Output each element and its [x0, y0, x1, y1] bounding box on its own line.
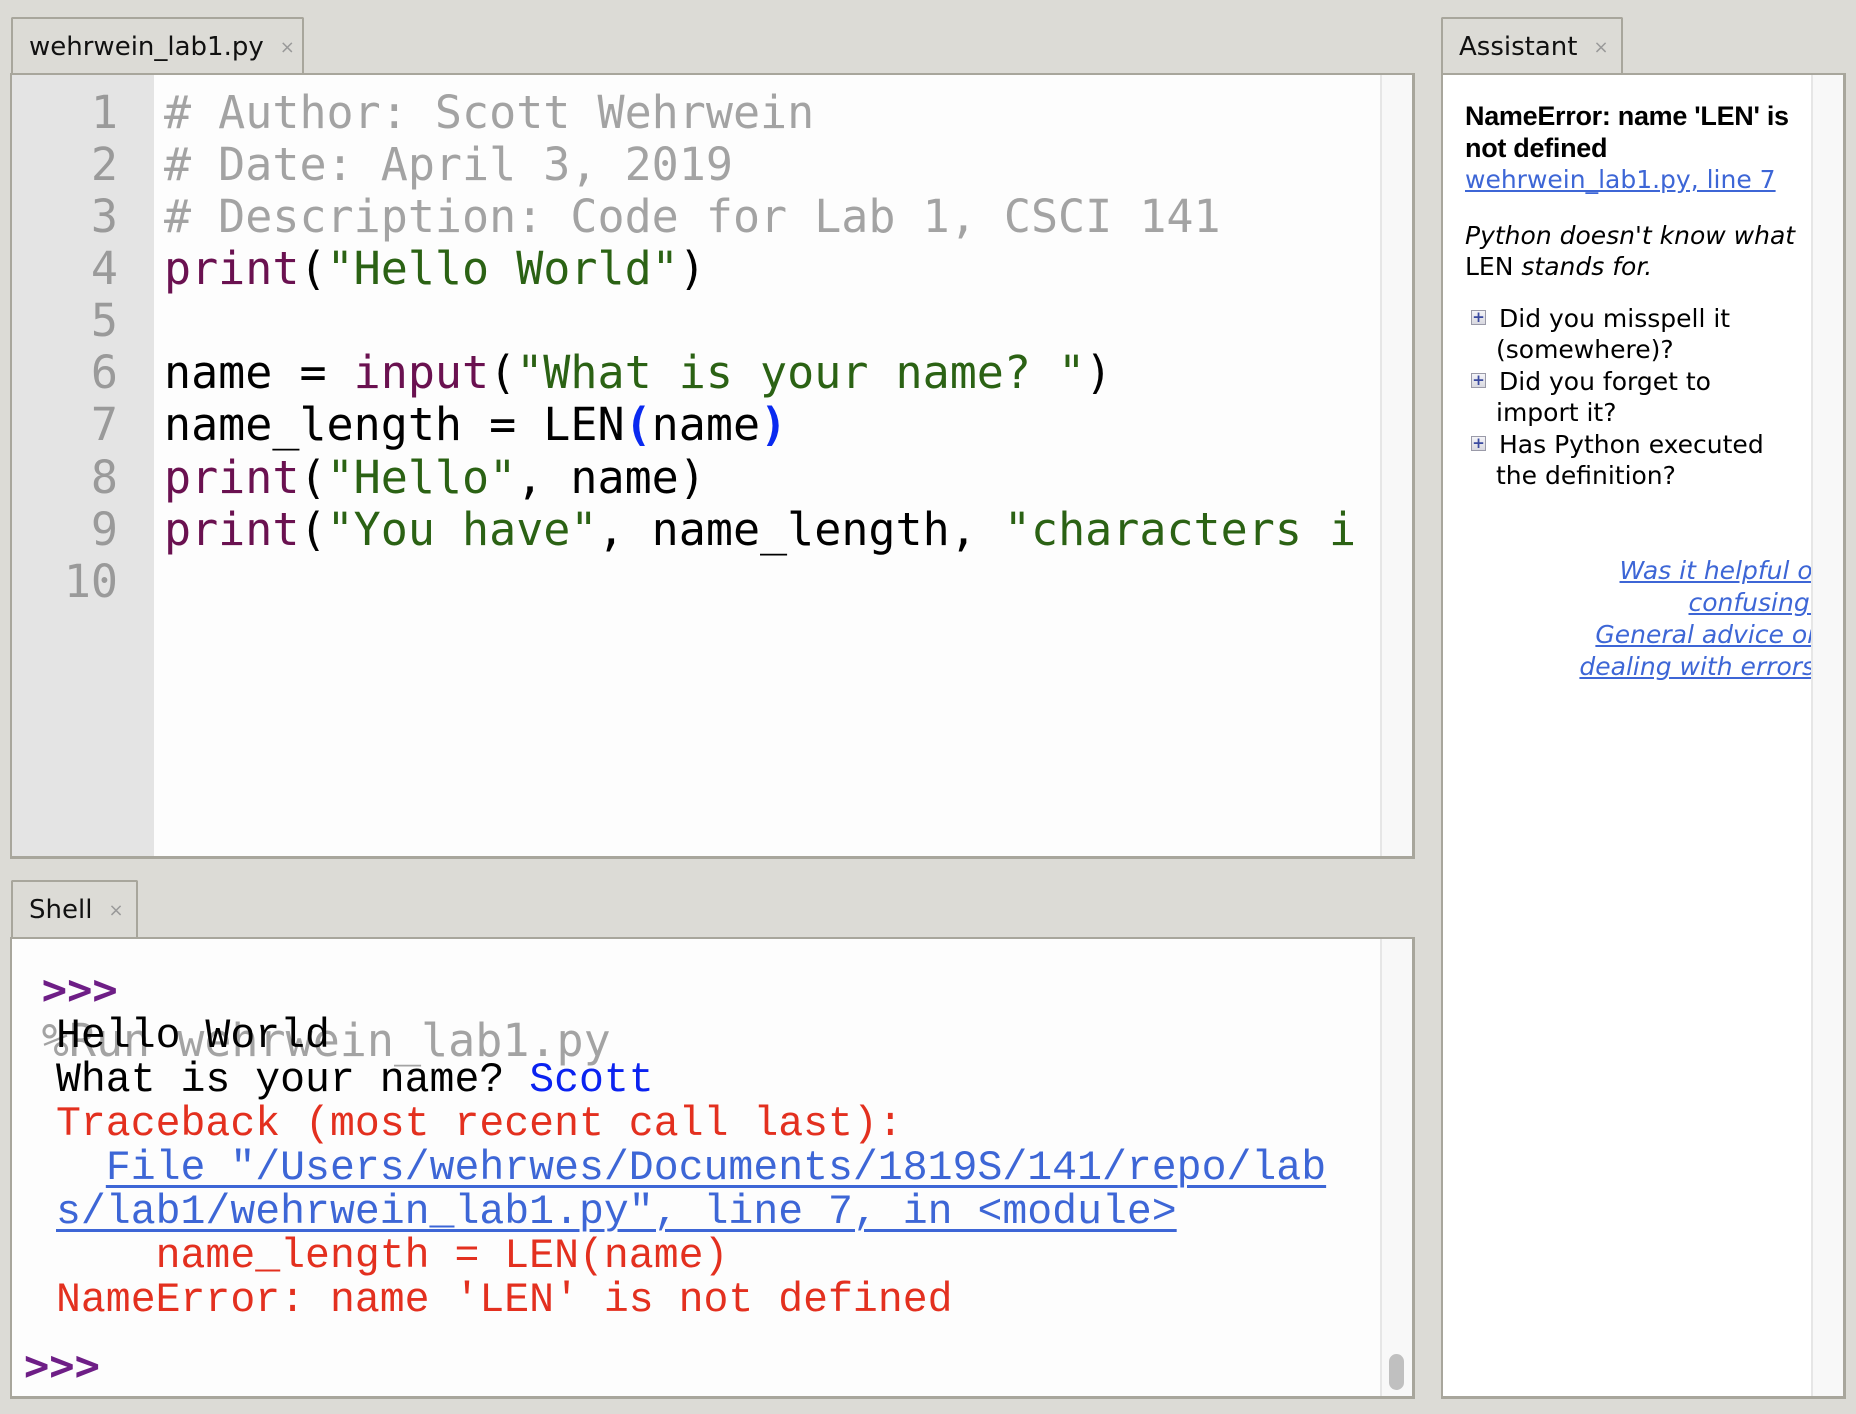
hint-text-cont: import it? — [1496, 398, 1617, 427]
output-line: Hello World — [56, 1013, 330, 1060]
code-token: name — [651, 398, 761, 452]
line-source: name_length = LEN(name) — [164, 399, 787, 451]
code-token: ) — [1085, 346, 1113, 400]
code-token: ( — [299, 502, 327, 556]
line-number: 9 — [90, 502, 118, 556]
line-source: print("Hello World") — [164, 243, 706, 295]
string-token: "What is your name? " — [516, 346, 1086, 400]
string-token: "Hello" — [326, 450, 517, 504]
line-source: # Date: April 3, 2019 — [164, 139, 733, 191]
hint-text: Did you misspell it — [1499, 303, 1731, 333]
hint-text-cont: the definition? — [1496, 461, 1676, 490]
line-number: 2 — [90, 138, 118, 192]
editor-scrollbar[interactable] — [1380, 75, 1412, 856]
close-icon[interactable]: × — [108, 900, 123, 921]
scrollbar-thumb[interactable] — [1389, 1354, 1404, 1390]
error-description: Python doesn't know what LEN stands for. — [1465, 220, 1796, 282]
hint-item[interactable]: + Did you misspell it (somewhere)? — [1465, 303, 1805, 366]
string-token: "Hello World" — [326, 242, 679, 296]
feedback-link[interactable]: Was it helpful or — [1620, 556, 1824, 585]
tab-label: Assistant — [1459, 32, 1578, 62]
assistant-footer-links: Was it helpful or confusing? General adv… — [1483, 555, 1823, 683]
comment-token: # Description: Code for Lab 1, CSCI 141 — [164, 190, 1221, 244]
feedback-link-cont[interactable]: confusing? — [1689, 588, 1824, 617]
line-number: 1 — [90, 86, 118, 139]
code-token: , name) — [516, 450, 706, 504]
assistant-panel: NameError: name 'LEN' is not defined weh… — [1441, 73, 1846, 1399]
shell-console[interactable]: >>> %Run wehrwein_lab1.py Hello World Wh… — [10, 937, 1415, 1399]
line-number: 7 — [90, 398, 118, 452]
hint-item[interactable]: + Has Python executed the definition? — [1465, 429, 1805, 492]
code-token: ( — [299, 450, 327, 504]
tab-label: wehrwein_lab1.py — [29, 32, 264, 62]
builtin-token: print — [164, 450, 300, 504]
error-location-link[interactable]: wehrwein_lab1.py, line 7 — [1465, 164, 1805, 196]
error-message: NameError: name 'LEN' is not defined — [56, 1277, 953, 1324]
line-source: name = input("What is your name? ") — [164, 347, 1112, 399]
file-link-part1[interactable]: File "/Users/wehrwes/Documents/1819S/141… — [106, 1145, 1326, 1192]
close-icon[interactable]: × — [280, 37, 295, 58]
string-token: "characters i — [1003, 502, 1357, 556]
builtin-token: print — [164, 502, 300, 556]
hint-text-cont: (somewhere)? — [1496, 335, 1674, 364]
comment-token: # Author: Scott Wehrwein — [164, 86, 815, 139]
tab-shell[interactable]: Shell × — [11, 880, 138, 938]
line-source: print("Hello", name) — [164, 450, 706, 504]
tab-editor-file[interactable]: wehrwein_lab1.py × — [11, 17, 304, 75]
bracket-highlight: ( — [624, 398, 652, 452]
general-advice-link-cont[interactable]: dealing with errors. — [1579, 652, 1823, 681]
line-source: # Description: Code for Lab 1, CSCI 141 — [164, 191, 1221, 243]
code-name: LEN — [1465, 252, 1514, 281]
input-prompt[interactable]: >>> — [24, 1341, 100, 1390]
output-line: What is your name? Scott — [56, 1059, 654, 1103]
hint-text: Did you forget to — [1499, 366, 1711, 396]
line-number: 6 — [90, 346, 118, 400]
assistant-content: NameError: name 'LEN' is not defined weh… — [1465, 101, 1805, 492]
code-token: name = — [164, 346, 354, 400]
comment-token: # Date: April 3, 2019 — [164, 138, 733, 192]
traceback-file-link-cont[interactable]: s/lab1/wehrwein_lab1.py", line 7, in <mo… — [56, 1191, 1177, 1235]
shell-scrollbar[interactable] — [1380, 939, 1412, 1396]
line-source: print("You have", name_length, "characte… — [164, 502, 1357, 556]
traceback-code-line: name_length = LEN(name) — [56, 1233, 729, 1280]
line-number: 10 — [63, 554, 118, 608]
prompt: >>> — [41, 965, 118, 1014]
expand-plus-icon[interactable]: + — [1471, 435, 1486, 451]
code-token: ) — [678, 242, 706, 296]
line-number: 5 — [90, 294, 118, 348]
string-token: "You have" — [326, 502, 598, 556]
expand-plus-icon[interactable]: + — [1471, 309, 1486, 325]
tab-assistant[interactable]: Assistant × — [1441, 17, 1623, 75]
code-editor[interactable]: 1 # Author: Scott Wehrwein 2 # Date: April … — [10, 73, 1415, 859]
line-number: 3 — [90, 190, 118, 244]
line-number: 4 — [90, 242, 118, 296]
file-link-part2[interactable]: s/lab1/wehrwein_lab1.py", line 7, in <mo… — [56, 1189, 1177, 1236]
expand-plus-icon[interactable]: + — [1471, 372, 1486, 388]
traceback-file-link[interactable]: File "/Users/wehrwes/Documents/1819S/141… — [56, 1147, 1326, 1191]
general-advice-link[interactable]: General advice on — [1595, 620, 1823, 649]
line-number: 8 — [90, 450, 118, 504]
bracket-highlight: ) — [760, 398, 788, 452]
input-prompt-text: What is your name? — [56, 1057, 530, 1104]
builtin-token: input — [353, 346, 490, 400]
user-input: Scott — [529, 1057, 654, 1104]
tab-label: Shell — [29, 895, 93, 925]
code-token: ( — [489, 346, 517, 400]
error-title: NameError: name 'LEN' is not defined — [1465, 101, 1789, 163]
assistant-scrollbar[interactable] — [1811, 75, 1843, 1396]
line-source: # Author: Scott Wehrwein — [164, 87, 814, 139]
close-icon[interactable]: × — [1593, 37, 1608, 58]
code-token: name_length = LEN — [164, 398, 625, 452]
hint-list: + Did you misspell it (somewhere)? + Did you… — [1465, 303, 1805, 492]
code-token: , name_length, — [597, 502, 1004, 556]
hint-item[interactable]: + Did you forget to import it? — [1465, 366, 1805, 429]
hint-text: Has Python executed — [1499, 429, 1764, 459]
code-token: ( — [299, 242, 327, 296]
traceback-header: Traceback (most recent call last): — [56, 1101, 903, 1148]
builtin-token: print — [164, 242, 300, 296]
